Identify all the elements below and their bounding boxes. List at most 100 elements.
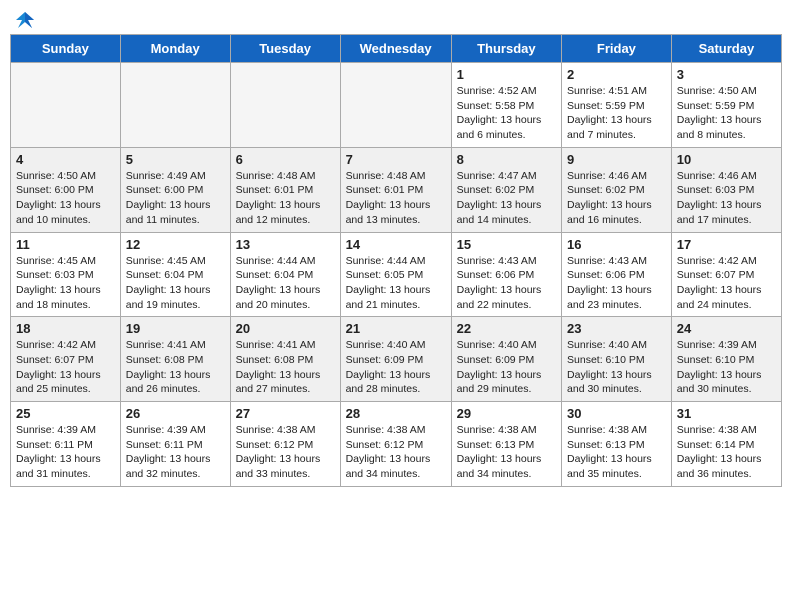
day-number: 11 [16,237,115,252]
weekday-header-friday: Friday [562,35,672,63]
weekday-header-monday: Monday [120,35,230,63]
day-info: Sunrise: 4:44 AMSunset: 6:05 PMDaylight:… [346,254,446,313]
calendar-week-row-alt: 18 Sunrise: 4:42 AMSunset: 6:07 PMDayligh… [11,317,782,402]
day-info: Sunrise: 4:42 AMSunset: 6:07 PMDaylight:… [16,338,115,397]
calendar-cell [120,63,230,148]
calendar-cell: 12Sunrise: 4:45 AMSunset: 6:04 PMDayligh… [120,232,230,317]
day-info: Sunrise: 4:39 AMSunset: 6:10 PMDaylight:… [677,338,776,397]
calendar-cell: 27 Sunrise: 4:38 AMSunset: 6:12 PMDayligh… [230,402,340,487]
calendar-cell: 14 Sunrise: 4:44 AMSunset: 6:05 PMDayligh… [340,232,451,317]
day-info: Sunrise: 4:46 AMSunset: 6:02 PMDaylight:… [567,169,666,228]
day-info: Sunrise: 4:45 AMSunset: 6:04 PMDaylight:… [126,254,225,313]
calendar-cell: 7 Sunrise: 4:48 AMSunset: 6:01 PMDaylight… [340,147,451,232]
day-info: Sunrise: 4:41 AMSunset: 6:08 PMDaylight:… [236,338,335,397]
day-number: 13 [236,237,335,252]
day-info: Sunrise: 4:41 AMSunset: 6:08 PMDaylight:… [126,338,225,397]
calendar-cell: 21 Sunrise: 4:40 AMSunset: 6:09 PMDayligh… [340,317,451,402]
calendar-cell: 4 Sunrise: 4:50 AMSunset: 6:00 PMDaylight… [11,147,121,232]
day-info: Sunrise: 4:43 AMSunset: 6:06 PMDaylight:… [567,254,666,313]
day-info: Sunrise: 4:39 AMSunset: 6:11 PMDaylight:… [16,423,115,482]
calendar-week-row-alt: 4 Sunrise: 4:50 AMSunset: 6:00 PMDaylight… [11,147,782,232]
calendar-cell: 11 Sunrise: 4:45 AMSunset: 6:03 PMDayligh… [11,232,121,317]
day-number: 23 [567,321,666,336]
calendar-cell: 15Sunrise: 4:43 AMSunset: 6:06 PMDayligh… [451,232,561,317]
day-number: 27 [236,406,335,421]
calendar-cell: 1 Sunrise: 4:52 AMSunset: 5:58 PMDaylight… [451,63,561,148]
day-info: Sunrise: 4:50 AMSunset: 5:59 PMDaylight:… [677,84,776,143]
calendar-cell: 19 Sunrise: 4:41 AMSunset: 6:08 PMDayligh… [120,317,230,402]
day-info: Sunrise: 4:39 AMSunset: 6:11 PMDaylight:… [126,423,225,482]
day-info: Sunrise: 4:48 AMSunset: 6:01 PMDaylight:… [236,169,335,228]
day-number: 7 [346,152,446,167]
calendar-cell: 22Sunrise: 4:40 AMSunset: 6:09 PMDayligh… [451,317,561,402]
calendar-week-row: 11 Sunrise: 4:45 AMSunset: 6:03 PMDayligh… [11,232,782,317]
day-number: 15 [457,237,556,252]
day-info: Sunrise: 4:47 AMSunset: 6:02 PMDaylight:… [457,169,556,228]
day-number: 20 [236,321,335,336]
calendar-cell: 5 Sunrise: 4:49 AMSunset: 6:00 PMDaylight… [120,147,230,232]
calendar-cell: 6 Sunrise: 4:48 AMSunset: 6:01 PMDaylight… [230,147,340,232]
day-number: 25 [16,406,115,421]
day-number: 31 [677,406,776,421]
weekday-header-sunday: Sunday [11,35,121,63]
calendar-cell: 2 Sunrise: 4:51 AMSunset: 5:59 PMDaylight… [562,63,672,148]
calendar-cell: 20 Sunrise: 4:41 AMSunset: 6:08 PMDayligh… [230,317,340,402]
day-number: 5 [126,152,225,167]
day-number: 3 [677,67,776,82]
calendar-cell: 16 Sunrise: 4:43 AMSunset: 6:06 PMDayligh… [562,232,672,317]
calendar-cell: 24 Sunrise: 4:39 AMSunset: 6:10 PMDayligh… [671,317,781,402]
day-number: 16 [567,237,666,252]
day-info: Sunrise: 4:38 AMSunset: 6:13 PMDaylight:… [457,423,556,482]
day-info: Sunrise: 4:40 AMSunset: 6:10 PMDaylight:… [567,338,666,397]
logo [14,10,34,28]
day-info: Sunrise: 4:42 AMSunset: 6:07 PMDaylight:… [677,254,776,313]
calendar-table: SundayMondayTuesdayWednesdayThursdayFrid… [10,34,782,487]
day-number: 14 [346,237,446,252]
day-number: 24 [677,321,776,336]
day-number: 9 [567,152,666,167]
calendar-cell [11,63,121,148]
calendar-cell: 10 Sunrise: 4:46 AMSunset: 6:03 PMDayligh… [671,147,781,232]
calendar-cell: 3 Sunrise: 4:50 AMSunset: 5:59 PMDaylight… [671,63,781,148]
day-number: 10 [677,152,776,167]
day-info: Sunrise: 4:50 AMSunset: 6:00 PMDaylight:… [16,169,115,228]
calendar-cell: 17 Sunrise: 4:42 AMSunset: 6:07 PMDayligh… [671,232,781,317]
day-number: 29 [457,406,556,421]
day-number: 1 [457,67,556,82]
calendar-week-row: 1 Sunrise: 4:52 AMSunset: 5:58 PMDaylight… [11,63,782,148]
day-info: Sunrise: 4:49 AMSunset: 6:00 PMDaylight:… [126,169,225,228]
calendar-cell [230,63,340,148]
day-number: 19 [126,321,225,336]
calendar-cell: 30Sunrise: 4:38 AMSunset: 6:13 PMDayligh… [562,402,672,487]
day-info: Sunrise: 4:38 AMSunset: 6:12 PMDaylight:… [346,423,446,482]
day-info: Sunrise: 4:46 AMSunset: 6:03 PMDaylight:… [677,169,776,228]
day-number: 21 [346,321,446,336]
calendar-header-row: SundayMondayTuesdayWednesdayThursdayFrid… [11,35,782,63]
calendar-cell [340,63,451,148]
day-info: Sunrise: 4:38 AMSunset: 6:13 PMDaylight:… [567,423,666,482]
day-info: Sunrise: 4:40 AMSunset: 6:09 PMDaylight:… [346,338,446,397]
day-info: Sunrise: 4:52 AMSunset: 5:58 PMDaylight:… [457,84,556,143]
day-info: Sunrise: 4:45 AMSunset: 6:03 PMDaylight:… [16,254,115,313]
day-info: Sunrise: 4:44 AMSunset: 6:04 PMDaylight:… [236,254,335,313]
day-number: 6 [236,152,335,167]
calendar-cell: 25 Sunrise: 4:39 AMSunset: 6:11 PMDayligh… [11,402,121,487]
weekday-header-saturday: Saturday [671,35,781,63]
day-number: 17 [677,237,776,252]
calendar-cell: 31Sunrise: 4:38 AMSunset: 6:14 PMDayligh… [671,402,781,487]
calendar-cell: 28 Sunrise: 4:38 AMSunset: 6:12 PMDayligh… [340,402,451,487]
day-number: 28 [346,406,446,421]
day-number: 22 [457,321,556,336]
calendar-cell: 13 Sunrise: 4:44 AMSunset: 6:04 PMDayligh… [230,232,340,317]
day-number: 4 [16,152,115,167]
day-number: 26 [126,406,225,421]
day-info: Sunrise: 4:51 AMSunset: 5:59 PMDaylight:… [567,84,666,143]
day-info: Sunrise: 4:48 AMSunset: 6:01 PMDaylight:… [346,169,446,228]
day-info: Sunrise: 4:38 AMSunset: 6:12 PMDaylight:… [236,423,335,482]
day-number: 2 [567,67,666,82]
calendar-week-row: 25 Sunrise: 4:39 AMSunset: 6:11 PMDayligh… [11,402,782,487]
calendar-cell: 18 Sunrise: 4:42 AMSunset: 6:07 PMDayligh… [11,317,121,402]
day-number: 18 [16,321,115,336]
calendar-cell: 26 Sunrise: 4:39 AMSunset: 6:11 PMDayligh… [120,402,230,487]
weekday-header-thursday: Thursday [451,35,561,63]
